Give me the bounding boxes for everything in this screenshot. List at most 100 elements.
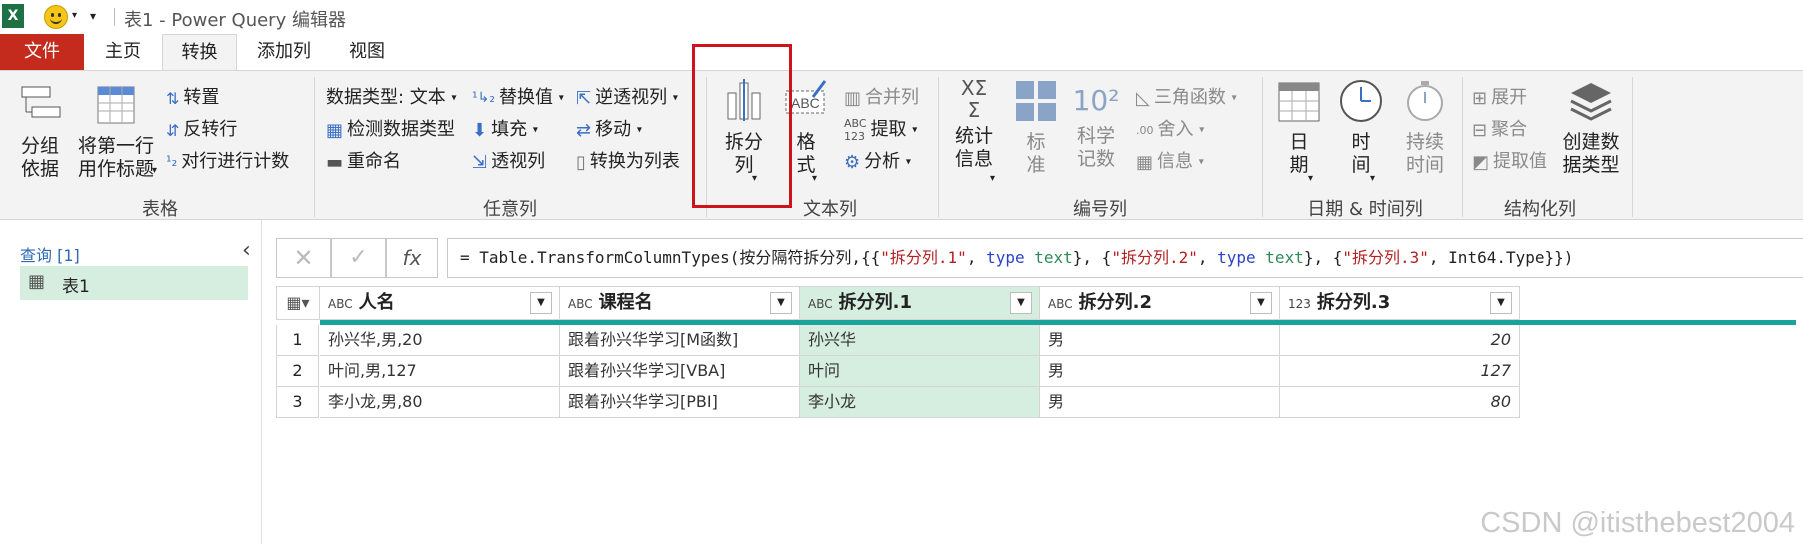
layers-icon xyxy=(1570,83,1612,121)
table-cell[interactable]: 叶问,男,127 xyxy=(320,356,560,387)
ribbon-tabs: 文件 主页 转换 添加列 视图 xyxy=(0,34,1803,71)
title-bar: X ▾ ▾ 表1 - Power Query 编辑器 xyxy=(0,0,1803,34)
column-type-icon[interactable]: ABC xyxy=(568,297,593,311)
table-cell[interactable]: 20 xyxy=(1280,325,1520,356)
tab-add-column[interactable]: 添加列 xyxy=(244,34,324,70)
detect-type-icon: ▦ xyxy=(326,119,344,141)
time-button[interactable]: 时 间 xyxy=(1332,77,1390,177)
standard-label: 标 准 xyxy=(1026,131,1046,176)
rename-button[interactable]: ▬ 重命名 xyxy=(326,147,401,173)
fx-button[interactable]: fx xyxy=(386,238,438,278)
column-type-icon[interactable]: ABC xyxy=(1048,297,1073,311)
tab-file[interactable]: 文件 xyxy=(0,34,84,70)
column-type-icon[interactable]: ABC xyxy=(808,297,833,311)
date-button[interactable]: 日 期 xyxy=(1270,77,1328,177)
column-filter-dropdown-icon[interactable]: ▼ xyxy=(1250,292,1272,314)
table-menu-button[interactable]: ▦▾ xyxy=(276,286,320,320)
table-cell[interactable]: 孙兴华 xyxy=(800,325,1040,356)
column-filter-dropdown-icon[interactable]: ▼ xyxy=(1010,292,1032,314)
table-cell[interactable]: 80 xyxy=(1280,387,1520,418)
table-cell[interactable]: 跟着孙兴华学习[VBA] xyxy=(560,356,800,387)
scientific-button[interactable]: 10² 科学 记数 xyxy=(1066,77,1126,171)
group-by-button[interactable]: 分组 依据 xyxy=(12,81,68,181)
extract-button[interactable]: ABC 123 提取 ▾ xyxy=(844,115,917,143)
move-button[interactable]: ⇄ 移动 ▾ xyxy=(576,115,642,141)
statistics-button[interactable]: XΣ Σ 统计 信息 xyxy=(946,77,1002,171)
transpose-button[interactable]: ⇅ 转置 xyxy=(166,83,219,109)
formula-token: type xyxy=(1217,248,1256,267)
expand-button[interactable]: ⊞ 展开 xyxy=(1472,83,1527,109)
rounding-button[interactable]: .00 舍入 ▾ xyxy=(1136,115,1204,141)
create-data-type-button[interactable]: 创建数 据类型 xyxy=(1556,77,1626,177)
merge-columns-button[interactable]: ▥ 合并列 xyxy=(844,83,919,109)
formula-token: text xyxy=(1265,248,1304,267)
ribbon: 分组 依据 将第一行 用作标题 ▾ ⇅ 转置 ⇵ 反转行 ¹₂ 对行进行计数 表格 数… xyxy=(0,70,1803,220)
table-cell[interactable]: 孙兴华,男,20 xyxy=(320,325,560,356)
extract-values-button[interactable]: ◩ 提取值 xyxy=(1472,147,1547,173)
collapse-pane-icon[interactable]: ‹ xyxy=(242,238,251,263)
detect-data-type-button[interactable]: ▦ 检测数据类型 xyxy=(326,115,455,141)
formula-token: }, { xyxy=(1072,248,1112,267)
formula-token: , Int64.Type}}) xyxy=(1428,248,1574,267)
table-cell[interactable]: 男 xyxy=(1040,325,1280,356)
unpivot-columns-button[interactable]: ⇱ 逆透视列 ▾ xyxy=(576,83,678,109)
pivot-column-button[interactable]: ⇲ 透视列 xyxy=(472,147,545,173)
reverse-rows-button[interactable]: ⇵ 反转行 xyxy=(166,115,237,141)
tab-home[interactable]: 主页 xyxy=(88,34,158,70)
table-cell[interactable]: 跟着孙兴华学习[M函数] xyxy=(560,325,800,356)
formula-input[interactable]: = Table.TransformColumnTypes(按分隔符拆分列,{{"… xyxy=(447,238,1803,278)
information-button[interactable]: ▦ 信息 ▾ xyxy=(1136,147,1204,173)
tab-view[interactable]: 视图 xyxy=(332,34,402,70)
table-cell[interactable]: 127 xyxy=(1280,356,1520,387)
column-header[interactable]: ABC 拆分列.2 ▼ xyxy=(1040,286,1280,320)
column-header[interactable]: ABC 课程名 ▼ xyxy=(560,286,800,320)
row-number[interactable]: 2 xyxy=(276,356,319,387)
list-icon: ▯ xyxy=(576,151,586,173)
duration-label: 持续 时间 xyxy=(1405,131,1444,176)
parse-button[interactable]: ⚙ 分析 ▾ xyxy=(844,147,911,173)
quick-access-customize-icon[interactable]: ▾ xyxy=(90,9,96,23)
data-type-dropdown[interactable]: 数据类型: 文本 ▾ xyxy=(326,83,457,109)
replace-values-button[interactable]: ¹↳₂ 替换值 ▾ xyxy=(472,83,564,109)
pivot-icon: ⇲ xyxy=(472,151,488,173)
confirm-formula-button[interactable]: ✓ xyxy=(331,238,386,278)
scientific-label: 科学 记数 xyxy=(1076,125,1115,170)
convert-to-list-button[interactable]: ▯ 转换为列表 xyxy=(576,147,680,173)
move-icon: ⇄ xyxy=(576,119,592,141)
table-cell[interactable]: 李小龙 xyxy=(800,387,1040,418)
table-cell[interactable]: 男 xyxy=(1040,387,1280,418)
window-title: 表1 - Power Query 编辑器 xyxy=(124,10,346,31)
table-cell[interactable]: 男 xyxy=(1040,356,1280,387)
column-header[interactable]: ABC 拆分列.1 ▼ xyxy=(800,286,1040,320)
table-cell[interactable]: 李小龙,男,80 xyxy=(320,387,560,418)
aggregate-button[interactable]: ⊟ 聚合 xyxy=(1472,115,1527,141)
cancel-formula-button[interactable]: ✕ xyxy=(276,238,331,278)
row-number[interactable]: 1 xyxy=(276,325,319,356)
formula-token: "拆分列.3" xyxy=(1342,248,1429,267)
standard-button[interactable]: 标 准 xyxy=(1010,77,1062,177)
column-filter-dropdown-icon[interactable]: ▼ xyxy=(770,292,792,314)
smiley-caret-icon[interactable]: ▾ xyxy=(72,10,77,21)
fill-button[interactable]: ⬇ 填充 ▾ xyxy=(472,115,538,141)
column-type-icon[interactable]: 123 xyxy=(1288,297,1311,311)
formula-token: "拆分列.1" xyxy=(880,248,967,267)
query-item[interactable]: ▦ 表1 xyxy=(20,266,248,300)
column-header[interactable]: ABC 人名 ▼ xyxy=(320,286,560,320)
column-filter-dropdown-icon[interactable]: ▼ xyxy=(530,292,552,314)
count-rows-button[interactable]: ¹₂ 对行进行计数 xyxy=(166,147,289,173)
table-cell[interactable]: 叶问 xyxy=(800,356,1040,387)
column-header[interactable]: 123 拆分列.3 ▼ xyxy=(1280,286,1520,320)
statistics-label: 统计 信息 xyxy=(954,125,993,170)
duration-button[interactable]: 持续 时间 xyxy=(1394,77,1456,177)
smiley-feedback-icon[interactable] xyxy=(44,5,68,29)
table-group-label: 表格 xyxy=(142,199,178,220)
create-data-type-label: 创建数 据类型 xyxy=(1562,131,1620,176)
table-cell[interactable]: 跟着孙兴华学习[PBI] xyxy=(560,387,800,418)
excel-logo-icon: X xyxy=(2,4,24,28)
trigonometry-button[interactable]: ◺ 三角函数 ▾ xyxy=(1136,83,1237,109)
row-number[interactable]: 3 xyxy=(276,387,319,418)
column-type-icon[interactable]: ABC xyxy=(328,297,353,311)
tab-transform[interactable]: 转换 xyxy=(162,34,237,71)
use-first-row-headers-button[interactable]: 将第一行 用作标题 xyxy=(74,81,158,181)
column-filter-dropdown-icon[interactable]: ▼ xyxy=(1490,292,1512,314)
